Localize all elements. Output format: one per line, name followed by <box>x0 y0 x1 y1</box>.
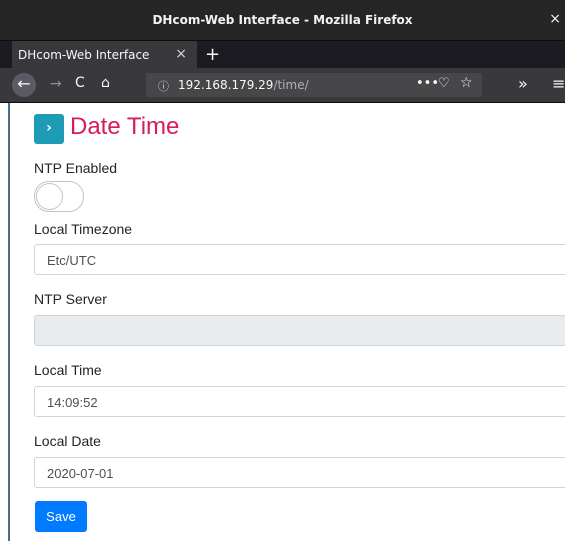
timezone-field[interactable]: Etc/UTC <box>34 244 565 275</box>
page-actions-icon[interactable]: ••• <box>416 76 439 91</box>
tab-bar: DHcom-Web Interface × + <box>0 40 565 69</box>
local-time-label: Local Time <box>34 362 102 378</box>
new-tab-icon[interactable]: + <box>205 44 220 65</box>
local-date-label: Local Date <box>34 433 101 449</box>
ntp-enabled-toggle[interactable] <box>34 181 84 212</box>
toggle-knob <box>36 183 63 210</box>
save-button[interactable]: Save <box>35 501 87 532</box>
page-title: Date Time <box>70 113 180 140</box>
tab-label: DHcom-Web Interface <box>18 48 150 62</box>
bookmark-star-icon[interactable]: ☆ <box>460 75 473 91</box>
overflow-menu-icon[interactable]: » <box>518 74 528 93</box>
window-title: DHcom-Web Interface - Mozilla Firefox <box>152 13 413 27</box>
timezone-label: Local Timezone <box>34 221 133 237</box>
local-date-field[interactable]: 2020-07-01 <box>34 457 565 488</box>
forward-arrow-icon[interactable]: → <box>50 76 62 92</box>
home-icon[interactable]: ⌂ <box>101 75 110 91</box>
ntp-enabled-label: NTP Enabled <box>34 160 118 176</box>
url-host: 192.168.179.29 <box>178 78 274 92</box>
close-window-icon[interactable]: × <box>549 11 561 27</box>
left-divider <box>8 103 10 541</box>
address-bar[interactable]: ⓘ 192.168.179.29/time/ ••• ♡ ☆ <box>146 73 482 97</box>
chevron-right-icon[interactable]: › <box>34 114 64 144</box>
site-info-icon[interactable]: ⓘ <box>158 78 169 94</box>
url-path: /time/ <box>273 78 309 92</box>
ntp-server-field[interactable] <box>34 315 565 346</box>
back-arrow-icon[interactable]: ← <box>12 73 36 97</box>
url-text[interactable]: 192.168.179.29/time/ <box>178 78 309 92</box>
tab-dhcom-web-interface[interactable]: DHcom-Web Interface × <box>12 41 197 69</box>
window-titlebar: DHcom-Web Interface - Mozilla Firefox × <box>0 0 565 40</box>
local-time-field[interactable]: 14:09:52 <box>34 386 565 417</box>
pocket-icon[interactable]: ♡ <box>438 76 450 91</box>
reload-icon[interactable]: C <box>75 75 85 91</box>
close-tab-icon[interactable]: × <box>175 46 187 62</box>
page-content: › Date Time NTP Enabled Local Timezone E… <box>0 103 565 541</box>
ntp-server-label: NTP Server <box>34 291 107 307</box>
hamburger-menu-icon[interactable]: ≡ <box>552 74 565 93</box>
navigation-toolbar: ← → C ⌂ ⓘ 192.168.179.29/time/ ••• ♡ ☆ »… <box>0 68 565 103</box>
